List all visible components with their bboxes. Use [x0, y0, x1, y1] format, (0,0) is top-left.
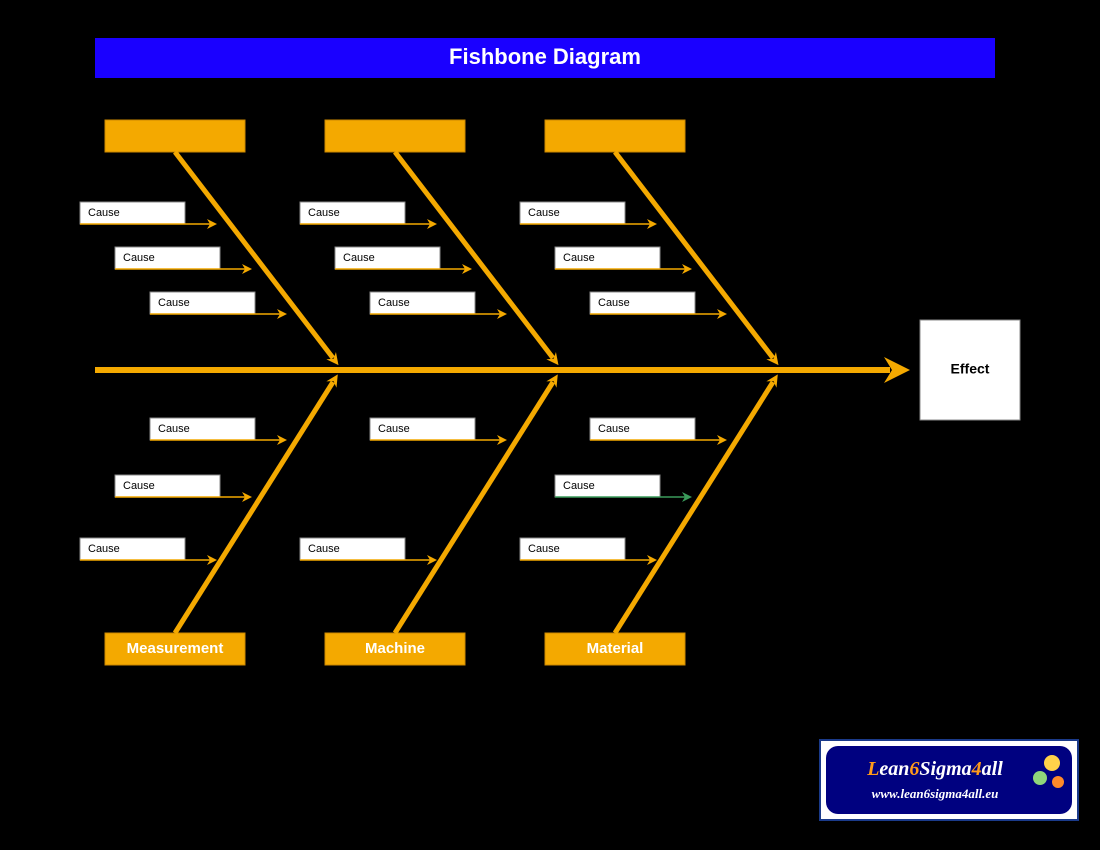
- svg-text:Cause: Cause: [528, 207, 560, 219]
- cause-group-bottom-1: Cause Cause Cause: [80, 418, 285, 560]
- svg-text:Cause: Cause: [308, 543, 340, 555]
- svg-text:Cause: Cause: [378, 423, 410, 435]
- svg-text:Cause: Cause: [598, 297, 630, 309]
- category-top-2: [325, 120, 465, 152]
- svg-text:Cause: Cause: [158, 423, 190, 435]
- logo: Lean6Sigma4all www.lean6sigma4all.eu: [820, 740, 1078, 820]
- svg-text:Cause: Cause: [123, 480, 155, 492]
- cause-group-bottom-3: Cause Cause Cause: [520, 418, 725, 560]
- svg-text:Cause: Cause: [563, 252, 595, 264]
- svg-text:Cause: Cause: [123, 252, 155, 264]
- category-bottom-3-label: Material: [587, 640, 644, 657]
- category-bottom-2-label: Machine: [365, 640, 425, 657]
- svg-text:Cause: Cause: [88, 543, 120, 555]
- category-top-3: [545, 120, 685, 152]
- logo-url: www.lean6sigma4all.eu: [872, 786, 999, 801]
- svg-text:Cause: Cause: [528, 543, 560, 555]
- svg-text:Cause: Cause: [158, 297, 190, 309]
- svg-text:Lean6Sigma4all: Lean6Sigma4all: [866, 758, 1003, 780]
- category-bottom-1-label: Measurement: [127, 640, 224, 657]
- svg-text:Cause: Cause: [88, 207, 120, 219]
- svg-text:Cause: Cause: [308, 207, 340, 219]
- fishbone-diagram: Fishbone Diagram Effect Measurement Mach…: [0, 0, 1100, 850]
- cause-group-bottom-2: Cause Cause: [300, 418, 505, 560]
- svg-text:Cause: Cause: [343, 252, 375, 264]
- page-title: Fishbone Diagram: [449, 44, 641, 69]
- effect-label: Effect: [951, 361, 990, 377]
- svg-text:Cause: Cause: [598, 423, 630, 435]
- category-top-1: [105, 120, 245, 152]
- svg-text:Cause: Cause: [378, 297, 410, 309]
- svg-text:Cause: Cause: [563, 480, 595, 492]
